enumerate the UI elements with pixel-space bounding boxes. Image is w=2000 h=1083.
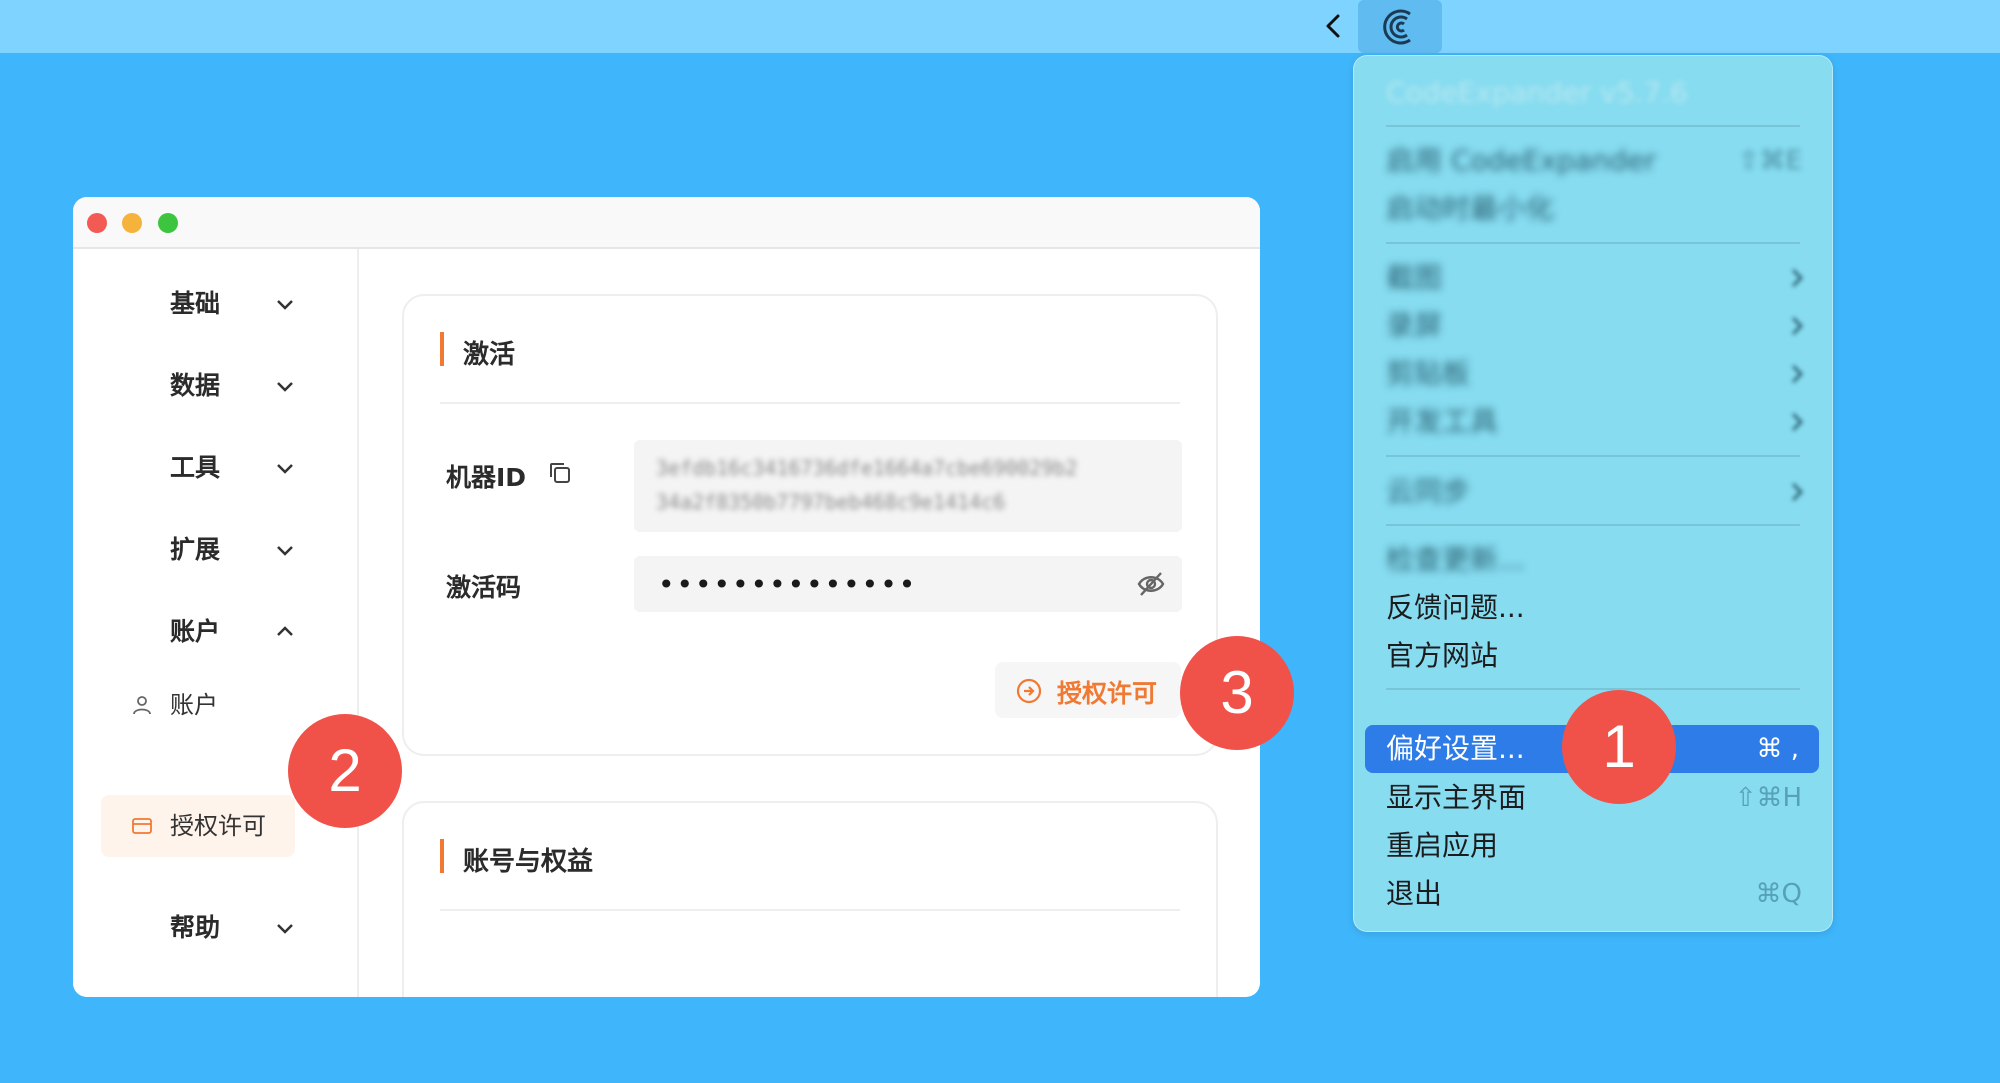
activation-code-label: 激活码 bbox=[446, 573, 522, 602]
menu-item-submenu-2[interactable]: 录屏 bbox=[1386, 306, 1442, 346]
sidebar-item-tools[interactable]: 工具 bbox=[170, 448, 220, 488]
tray-menu: CodeExpander v5.7.6 启用 CodeExpander ⇧⌘E … bbox=[1353, 55, 1833, 932]
section-accent-bar bbox=[440, 839, 444, 873]
step-badge-2: 2 bbox=[288, 714, 402, 828]
zoom-window-button[interactable] bbox=[158, 213, 178, 233]
chevron-down-icon[interactable] bbox=[273, 292, 297, 316]
menu-item-check-update[interactable]: 检查更新... bbox=[1386, 540, 1525, 580]
section-accent-bar bbox=[440, 332, 444, 366]
menu-item-submenu-1[interactable]: 截图 bbox=[1386, 258, 1442, 298]
menu-bar bbox=[0, 0, 2000, 53]
window-titlebar bbox=[73, 197, 1260, 249]
menu-item-feedback[interactable]: 反馈问题... bbox=[1386, 588, 1525, 628]
arrow-right-circle-icon bbox=[1016, 678, 1042, 704]
activation-code-input[interactable]: •••••••••••••• bbox=[634, 556, 1182, 612]
menu-item-launch-minimized[interactable]: 启动时最小化 bbox=[1386, 189, 1554, 229]
card-divider bbox=[440, 909, 1180, 911]
menu-separator bbox=[1386, 688, 1800, 690]
license-button[interactable]: 授权许可 bbox=[995, 662, 1181, 718]
menu-separator bbox=[1386, 455, 1800, 457]
menu-shortcut-show-main: ⇧⌘H bbox=[1734, 783, 1802, 813]
menu-item-preferences-label: 偏好设置... bbox=[1386, 732, 1525, 765]
menu-shortcut-quit: ⌘Q bbox=[1755, 879, 1802, 909]
menu-separator bbox=[1386, 242, 1800, 244]
settings-window: 基础 数据 工具 扩展 账户 账户 授权许可 帮助 激活 机器ID 3efdb1… bbox=[73, 197, 1260, 997]
activation-card: 激活 机器ID 3efdb16c3416736dfe1664a7cbe69002… bbox=[402, 294, 1218, 756]
menu-item-cloud-sync[interactable]: 云同步 bbox=[1386, 472, 1470, 512]
sidebar-item-account[interactable]: 账户 bbox=[170, 612, 220, 652]
eye-off-icon[interactable] bbox=[1136, 570, 1166, 598]
card-divider bbox=[440, 402, 1180, 404]
machine-id-label: 机器ID bbox=[446, 463, 527, 492]
sidebar-item-data[interactable]: 数据 bbox=[170, 366, 220, 406]
sidebar-item-basic[interactable]: 基础 bbox=[170, 284, 220, 324]
chevron-right-icon bbox=[1791, 412, 1804, 432]
chevron-down-icon[interactable] bbox=[273, 456, 297, 480]
chevron-up-icon[interactable] bbox=[273, 620, 297, 644]
machine-id-value-line1: 3efdb16c3416736dfe1664a7cbe690029b2 bbox=[656, 456, 1078, 480]
machine-id-field[interactable]: 3efdb16c3416736dfe1664a7cbe690029b2 34a2… bbox=[634, 440, 1182, 532]
chevron-left-icon[interactable] bbox=[1318, 6, 1348, 46]
account-benefits-card: 账号与权益 bbox=[402, 801, 1218, 997]
activation-title: 激活 bbox=[463, 340, 516, 370]
menu-item-website[interactable]: 官方网站 bbox=[1386, 636, 1498, 676]
sidebar-item-extend[interactable]: 扩展 bbox=[170, 530, 220, 570]
menu-item-submenu-4[interactable]: 开发工具 bbox=[1386, 402, 1498, 442]
chevron-right-icon bbox=[1791, 316, 1804, 336]
sidebar-sub-license[interactable]: 授权许可 bbox=[170, 806, 266, 846]
menu-item-restart[interactable]: 重启应用 bbox=[1386, 826, 1498, 866]
menu-shortcut-enable: ⇧⌘E bbox=[1737, 146, 1802, 176]
chevron-right-icon bbox=[1791, 364, 1804, 384]
menu-item-quit[interactable]: 退出 bbox=[1386, 874, 1442, 914]
machine-id-value-line2: 34a2f8350b7797beb468c9e1414c6 bbox=[656, 490, 1006, 514]
sidebar: 基础 数据 工具 扩展 账户 账户 授权许可 帮助 bbox=[73, 249, 359, 997]
menu-version-header: CodeExpander v5.7.6 bbox=[1386, 76, 1688, 109]
menu-separator bbox=[1386, 125, 1800, 127]
account-benefits-title: 账号与权益 bbox=[463, 847, 594, 877]
step-badge-3: 3 bbox=[1180, 636, 1294, 750]
step-badge-1: 1 bbox=[1562, 690, 1676, 804]
menu-item-enable[interactable]: 启用 CodeExpander bbox=[1386, 141, 1656, 181]
codeexpander-tray-icon[interactable] bbox=[1358, 0, 1442, 53]
sidebar-item-help[interactable]: 帮助 bbox=[170, 908, 220, 948]
close-window-button[interactable] bbox=[87, 213, 107, 233]
chevron-down-icon[interactable] bbox=[273, 374, 297, 398]
sidebar-sub-account[interactable]: 账户 bbox=[170, 685, 218, 725]
menu-separator bbox=[1386, 524, 1800, 526]
chevron-right-icon bbox=[1791, 268, 1804, 288]
minimize-window-button[interactable] bbox=[122, 213, 142, 233]
chevron-down-icon[interactable] bbox=[273, 916, 297, 940]
menu-item-show-main[interactable]: 显示主界面 bbox=[1386, 778, 1526, 818]
menu-shortcut-preferences: ⌘ , bbox=[1756, 734, 1799, 764]
activation-code-value: •••••••••••••• bbox=[658, 568, 918, 601]
user-icon bbox=[133, 696, 151, 715]
menu-item-submenu-3[interactable]: 剪贴板 bbox=[1386, 354, 1470, 394]
chevron-right-icon bbox=[1791, 482, 1804, 502]
chevron-down-icon[interactable] bbox=[273, 538, 297, 562]
card-icon bbox=[132, 818, 152, 834]
copy-icon[interactable] bbox=[547, 460, 573, 486]
license-button-label: 授权许可 bbox=[1057, 679, 1158, 708]
